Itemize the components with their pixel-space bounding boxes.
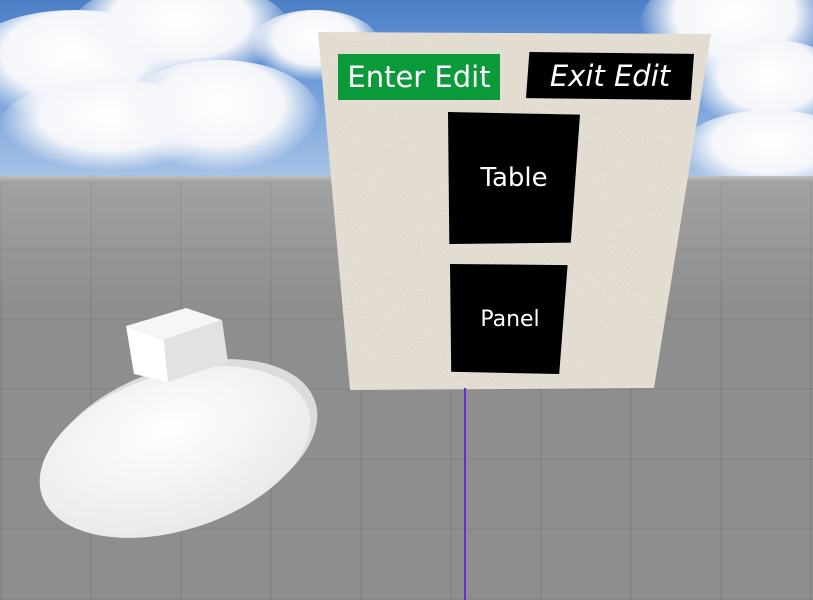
enter-edit-button[interactable]: Enter Edit — [338, 54, 500, 100]
controller-laser-pointer — [464, 388, 466, 600]
enter-edit-label: Enter Edit — [347, 60, 491, 94]
table-button[interactable]: Table — [448, 112, 580, 244]
vr-scene: Enter Edit Exit Edit Table Panel — [0, 0, 813, 600]
exit-edit-button[interactable]: Exit Edit — [526, 52, 694, 100]
vr-controller — [39, 308, 318, 538]
panel-label: Panel — [480, 306, 540, 332]
panel-button[interactable]: Panel — [450, 264, 568, 374]
exit-edit-label: Exit Edit — [549, 59, 671, 93]
table-label: Table — [480, 163, 548, 193]
